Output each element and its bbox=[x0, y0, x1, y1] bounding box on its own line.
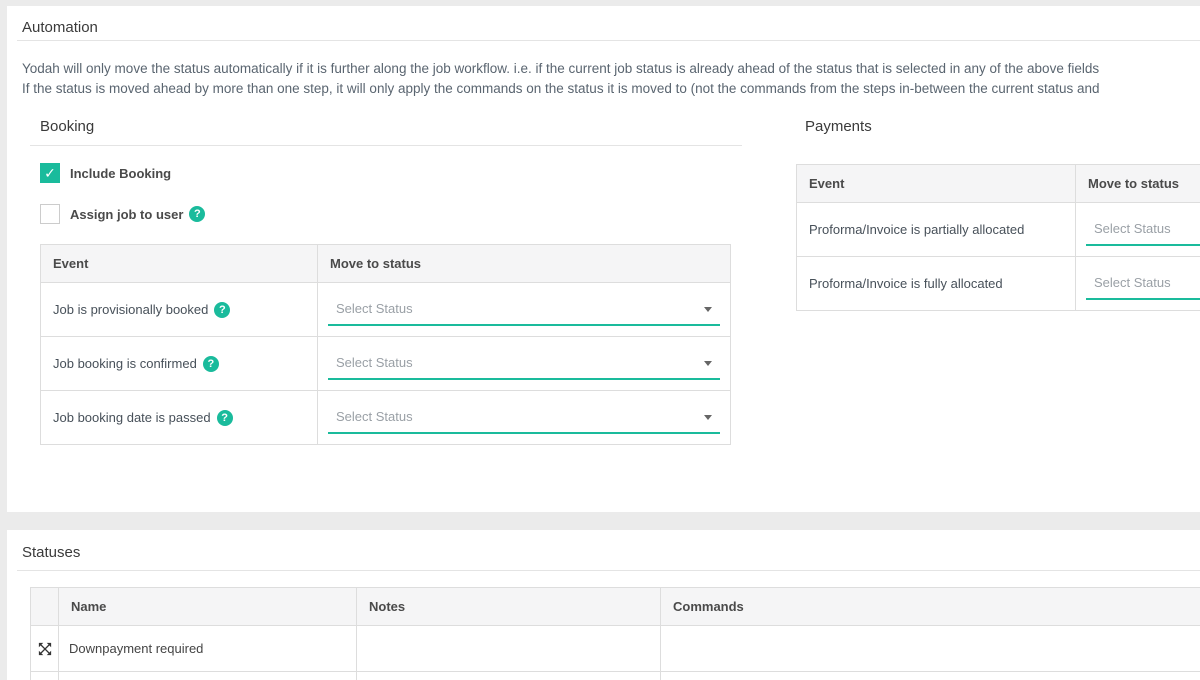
table-header-row: Event Move to status bbox=[797, 165, 1200, 203]
payments-title: Payments bbox=[805, 118, 872, 135]
column-header-event: Event bbox=[797, 165, 1076, 203]
column-header-move-to-status: Move to status bbox=[1076, 165, 1200, 203]
table-header-row: Event Move to status bbox=[41, 245, 731, 283]
divider bbox=[17, 40, 1200, 41]
column-header-commands: Commands bbox=[661, 588, 1200, 626]
assign-job-label: Assign job to user bbox=[70, 207, 183, 222]
assign-job-row: Assign job to user ? bbox=[40, 203, 205, 225]
include-booking-checkbox[interactable]: ✓ bbox=[40, 163, 60, 183]
chevron-down-icon bbox=[704, 415, 712, 420]
statuses-title: Statuses bbox=[22, 544, 80, 561]
status-notes-cell bbox=[357, 626, 661, 672]
table-row: Job is provisionally booked? Select Stat… bbox=[41, 283, 731, 337]
automation-description-line2: If the status is moved ahead by more tha… bbox=[22, 81, 1100, 96]
table-row: Job booking date is passed? Select Statu… bbox=[41, 391, 731, 445]
status-name-cell bbox=[59, 672, 357, 680]
statuses-panel: Statuses Name Notes Commands bbox=[7, 530, 1200, 680]
chevron-down-icon bbox=[704, 361, 712, 366]
column-header-drag bbox=[31, 588, 59, 626]
select-status-placeholder: Select Status bbox=[336, 301, 413, 316]
status-notes-cell bbox=[357, 672, 661, 680]
page: Automation Yodah will only move the stat… bbox=[0, 0, 1200, 680]
help-icon[interactable]: ? bbox=[217, 410, 233, 426]
column-header-name: Name bbox=[59, 588, 357, 626]
table-row: Job booking is confirmed? Select Status bbox=[41, 337, 731, 391]
column-header-move-to-status: Move to status bbox=[318, 245, 731, 283]
select-status-placeholder: Select Status bbox=[336, 355, 413, 370]
automation-panel: Automation Yodah will only move the stat… bbox=[7, 6, 1200, 512]
select-status-placeholder: Select Status bbox=[336, 409, 413, 424]
column-header-event: Event bbox=[41, 245, 318, 283]
booking-events-table: Event Move to status Job is provisionall… bbox=[40, 244, 731, 445]
event-label: Proforma/Invoice is partially allocated bbox=[809, 222, 1024, 237]
select-status-placeholder: Select Status bbox=[1094, 221, 1171, 236]
status-commands-cell bbox=[661, 672, 1200, 680]
table-row bbox=[31, 672, 1200, 680]
table-row: Proforma/Invoice is partially allocated … bbox=[797, 203, 1200, 257]
automation-title: Automation bbox=[22, 19, 98, 36]
event-label: Job booking is confirmed bbox=[53, 356, 197, 371]
select-status-dropdown[interactable]: Select Status bbox=[1086, 213, 1200, 246]
drag-handle-icon[interactable] bbox=[38, 642, 52, 656]
table-header-row: Name Notes Commands bbox=[31, 588, 1200, 626]
event-label: Job is provisionally booked bbox=[53, 302, 208, 317]
select-status-dropdown[interactable]: Select Status bbox=[328, 293, 720, 326]
event-label: Job booking date is passed bbox=[53, 410, 211, 425]
divider bbox=[17, 570, 1200, 571]
chevron-down-icon bbox=[704, 307, 712, 312]
assign-job-checkbox[interactable] bbox=[40, 204, 60, 224]
select-status-placeholder: Select Status bbox=[1094, 275, 1171, 290]
statuses-table: Name Notes Commands bbox=[30, 587, 1200, 680]
select-status-dropdown[interactable]: Select Status bbox=[1086, 267, 1200, 300]
help-icon[interactable]: ? bbox=[203, 356, 219, 372]
status-commands-cell bbox=[661, 626, 1200, 672]
table-row: Downpayment required bbox=[31, 626, 1200, 672]
include-booking-label: Include Booking bbox=[70, 166, 171, 181]
divider bbox=[30, 145, 742, 146]
event-label: Proforma/Invoice is fully allocated bbox=[809, 276, 1003, 291]
booking-title: Booking bbox=[40, 118, 94, 135]
select-status-dropdown[interactable]: Select Status bbox=[328, 401, 720, 434]
automation-description-line1: Yodah will only move the status automati… bbox=[22, 61, 1099, 76]
check-icon: ✓ bbox=[44, 165, 56, 182]
include-booking-row: ✓ Include Booking bbox=[40, 162, 171, 184]
table-row: Proforma/Invoice is fully allocated Sele… bbox=[797, 257, 1200, 311]
status-name-cell: Downpayment required bbox=[59, 626, 357, 672]
select-status-dropdown[interactable]: Select Status bbox=[328, 347, 720, 380]
help-icon[interactable]: ? bbox=[189, 206, 205, 222]
help-icon[interactable]: ? bbox=[214, 302, 230, 318]
column-header-notes: Notes bbox=[357, 588, 661, 626]
payments-events-table: Event Move to status Proforma/Invoice is… bbox=[796, 164, 1200, 311]
